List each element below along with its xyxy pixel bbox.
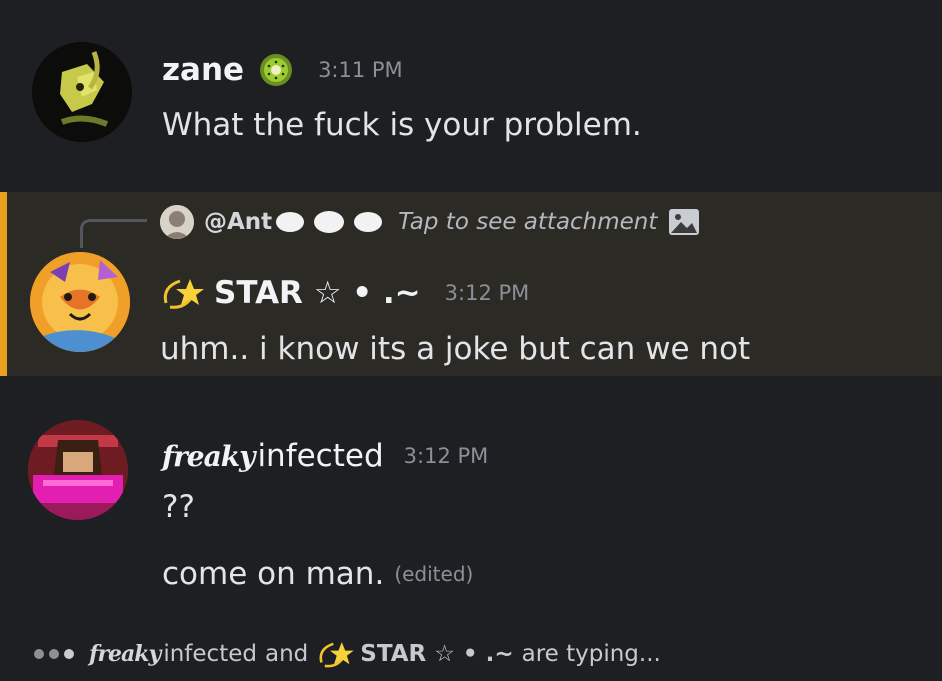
reply-preview[interactable]: @Ant Tap to see attachment xyxy=(160,202,701,242)
typing-joiner: and xyxy=(264,641,309,667)
kiwi-icon xyxy=(258,52,294,88)
typing-suffix: are typing... xyxy=(521,641,661,667)
author-name[interactable]: zane xyxy=(162,52,244,88)
typing-dots-icon xyxy=(34,649,79,659)
avatar-star[interactable] xyxy=(30,252,130,352)
author-prefix[interactable]: freaky xyxy=(162,440,255,473)
image-icon xyxy=(667,207,701,237)
timestamp: 3:12 PM xyxy=(444,281,530,305)
message-text: What the fuck is your problem. xyxy=(162,107,642,143)
typing-user1: infected xyxy=(163,641,257,667)
dizzy-star-icon xyxy=(160,273,204,313)
reply-username: @Ant xyxy=(204,209,273,235)
typing-user1-prefix: freaky xyxy=(89,641,161,667)
mention-highlight-bar xyxy=(0,192,7,376)
cloud-emoji-icons xyxy=(274,208,386,236)
message-text: uhm.. i know its a joke but can we not xyxy=(160,331,751,367)
message-zane: zane 3:11 PM What the fuck is your probl… xyxy=(0,0,942,185)
avatar-freaky-infected[interactable] xyxy=(28,420,128,520)
timestamp: 3:12 PM xyxy=(403,444,489,468)
reply-avatar xyxy=(160,205,194,239)
avatar-zane[interactable] xyxy=(32,42,132,142)
message-star-highlighted: @Ant Tap to see attachment STAR ☆ • .~ 3… xyxy=(0,192,942,376)
author-name[interactable]: STAR ☆ • .~ xyxy=(214,275,421,311)
reply-connector xyxy=(80,219,147,248)
author-name[interactable]: infected xyxy=(257,438,383,474)
message-text: come on man. xyxy=(162,556,385,592)
reply-preview-text: Tap to see attachment xyxy=(398,209,658,235)
edited-label: (edited) xyxy=(394,562,474,586)
typing-indicator: freaky infected and STAR ☆ • .~ are typi… xyxy=(0,630,942,681)
message-text: ?? xyxy=(162,489,195,525)
timestamp: 3:11 PM xyxy=(318,58,403,82)
typing-user2: STAR ☆ • .~ xyxy=(360,641,514,667)
dizzy-star-icon xyxy=(316,637,354,671)
message-freaky-infected: freaky infected 3:12 PM ?? come on man. … xyxy=(0,395,942,620)
